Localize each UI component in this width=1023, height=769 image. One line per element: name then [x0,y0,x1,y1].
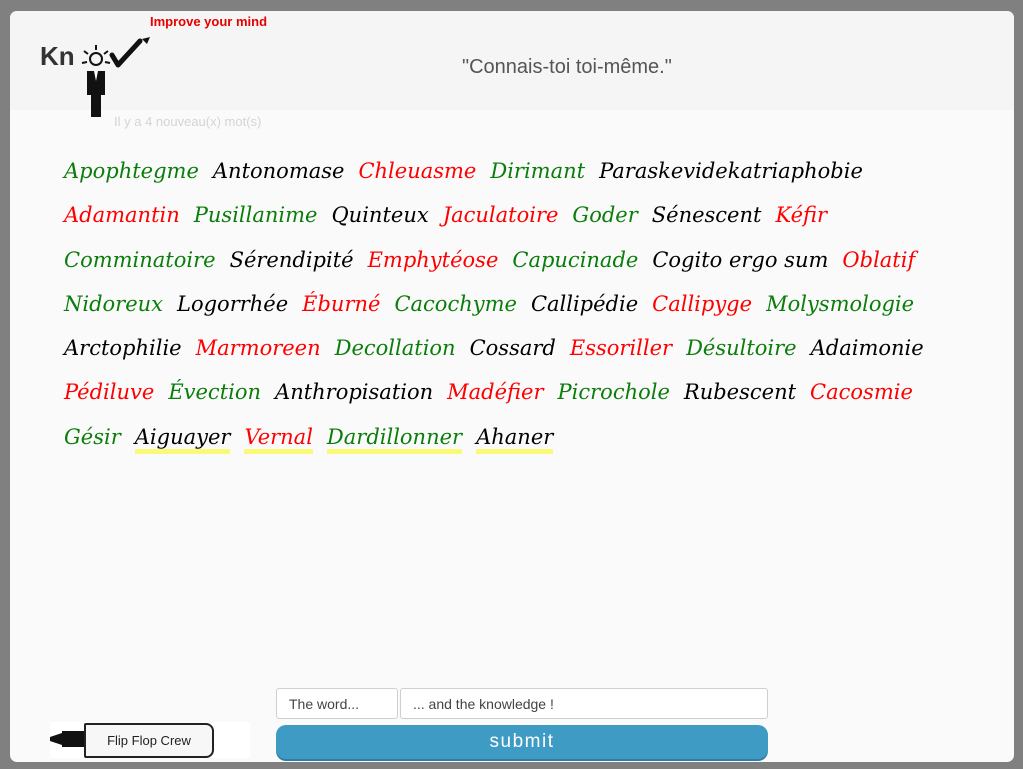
word-item[interactable]: Callipédie [531,282,638,326]
word-item[interactable]: Callipyge [652,282,752,326]
word-item[interactable]: Rubescent [684,370,796,414]
word-item[interactable]: Gésir [64,415,121,459]
word-item[interactable]: Jaculatoire [443,193,559,237]
word-item[interactable]: Goder [572,193,637,237]
marker-pen-icon [50,731,86,747]
main-card: Improve your mind Kn "Connais-toi toi-mê… [10,11,1014,762]
tagline: Improve your mind [150,14,268,29]
new-word-item[interactable]: Dardillonner [326,425,463,454]
word-item[interactable]: Picrochole [558,370,670,414]
knowledge-input[interactable] [400,688,768,719]
new-words-notice: Il y a 4 nouveau(x) mot(s) [114,114,262,129]
word-item[interactable]: Arctophilie [64,326,182,370]
word-item[interactable]: Adaimonie [811,326,924,370]
new-word-item[interactable]: Vernal [244,425,313,454]
word-item[interactable]: Apophtegme [64,149,199,193]
header: Improve your mind Kn "Connais-toi toi-mê… [10,11,1014,117]
word-item[interactable]: Emphytéose [368,238,499,282]
crew-footer: Flip Flop Crew [50,722,250,758]
word-item[interactable]: Antonomase [213,149,345,193]
word-item[interactable]: Cacosmie [810,370,913,414]
word-item[interactable]: Quinteux [331,193,428,237]
word-item[interactable]: Pusillanime [194,193,318,237]
word-item[interactable]: Madéfier [447,370,543,414]
word-item[interactable]: Oblatif [842,238,915,282]
word-item[interactable]: Molysmologie [766,282,914,326]
word-item[interactable]: Cacochyme [394,282,516,326]
word-item[interactable]: Chleuasme [358,149,476,193]
word-item[interactable]: Sénescent [652,193,762,237]
word-item[interactable]: Nidoreux [64,282,163,326]
new-word-item[interactable]: Ahaner [476,425,554,454]
word-item[interactable]: Désultoire [686,326,797,370]
word-item[interactable]: Essoriller [570,326,672,370]
word-item[interactable]: Kéfir [775,193,827,237]
word-item[interactable]: Anthropisation [275,370,433,414]
word-input[interactable] [276,688,398,719]
word-item[interactable]: Paraskevidekatriaphobie [599,149,863,193]
word-item[interactable]: Cogito ergo sum [652,238,828,282]
word-item[interactable]: Capucinade [512,238,638,282]
lightbulb-person-check-icon [81,37,150,117]
word-item[interactable]: Dirimant [490,149,585,193]
word-item[interactable]: Cossard [470,326,556,370]
word-item[interactable]: Évection [168,370,261,414]
word-item[interactable]: Logorrhée [177,282,288,326]
word-item[interactable]: Adamantin [64,193,180,237]
word-list: Apophtegme Antonomase Chleuasme Dirimant Par… [64,149,994,459]
word-item[interactable]: Decollation [335,326,456,370]
word-item[interactable]: Comminatoire [64,238,216,282]
word-item[interactable]: Éburné [302,282,380,326]
submit-button[interactable]: submit [276,725,768,759]
word-item[interactable]: Sérendipité [230,238,354,282]
word-item[interactable]: Pédiluve [64,370,154,414]
logo-text: Kn [40,41,75,71]
crew-label: Flip Flop Crew [84,723,214,758]
new-word-item[interactable]: Aiguayer [134,425,231,454]
word-item[interactable]: Marmoreen [196,326,321,370]
quote: "Connais-toi toi-même." [462,56,672,78]
